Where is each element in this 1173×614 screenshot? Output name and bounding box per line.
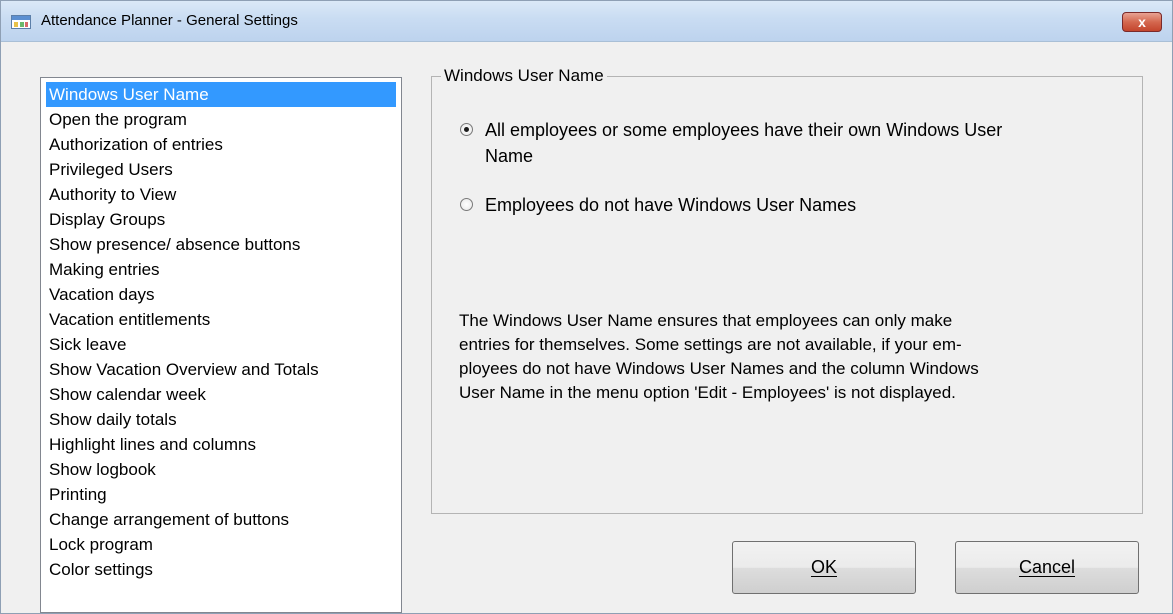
- cancel-button-label: Cancel: [1018, 557, 1076, 577]
- info-text-line: User Name in the menu option 'Edit - Emp…: [459, 383, 956, 402]
- window-title: Attendance Planner - General Settings: [41, 12, 298, 29]
- list-item-show-presence-absence-buttons[interactable]: Show presence/ absence buttons: [46, 232, 396, 257]
- list-item-windows-user-name[interactable]: Windows User Name: [46, 82, 396, 107]
- close-button[interactable]: x: [1122, 12, 1162, 32]
- list-item-sick-leave[interactable]: Sick leave: [46, 332, 396, 357]
- list-item-show-vacation-overview-and-totals[interactable]: Show Vacation Overview and Totals: [46, 357, 396, 382]
- info-text-line: ployees do not have Windows User Names a…: [459, 359, 979, 378]
- radio-employees-no-user-names[interactable]: [460, 198, 473, 211]
- list-item-highlight-lines-and-columns[interactable]: Highlight lines and columns: [46, 432, 396, 457]
- ok-button[interactable]: OK: [732, 541, 916, 594]
- radio-label-no-user-names[interactable]: Employees do not have Windows User Names: [485, 192, 856, 218]
- calendar-app-icon: [11, 15, 31, 29]
- radio-checked-dot-icon: [464, 127, 469, 132]
- list-item-lock-program[interactable]: Lock program: [46, 532, 396, 557]
- info-text: The Windows User Name ensures that emplo…: [459, 309, 1119, 405]
- settings-window: Attendance Planner - General Settings x …: [0, 0, 1173, 614]
- title-bar[interactable]: Attendance Planner - General Settings x: [1, 1, 1172, 42]
- list-item-change-arrangement-of-buttons[interactable]: Change arrangement of buttons: [46, 507, 396, 532]
- list-item-vacation-days[interactable]: Vacation days: [46, 282, 396, 307]
- close-icon: x: [1138, 14, 1146, 30]
- ok-button-label: OK: [810, 557, 837, 577]
- radio-label-all-employees-line2[interactable]: Name: [485, 143, 533, 169]
- settings-category-list[interactable]: Windows User Name Open the program Autho…: [40, 77, 402, 613]
- list-item-show-calendar-week[interactable]: Show calendar week: [46, 382, 396, 407]
- radio-all-employees-have-user-name[interactable]: [460, 123, 473, 136]
- list-item-display-groups[interactable]: Display Groups: [46, 207, 396, 232]
- groupbox-title: Windows User Name: [441, 65, 607, 87]
- radio-label-all-employees-line1[interactable]: All employees or some employees have the…: [485, 117, 1002, 143]
- list-item-vacation-entitlements[interactable]: Vacation entitlements: [46, 307, 396, 332]
- list-item-privileged-users[interactable]: Privileged Users: [46, 157, 396, 182]
- list-item-making-entries[interactable]: Making entries: [46, 257, 396, 282]
- info-text-line: entries for themselves. Some settings ar…: [459, 335, 962, 354]
- list-item-authorization-of-entries[interactable]: Authorization of entries: [46, 132, 396, 157]
- cancel-button[interactable]: Cancel: [955, 541, 1139, 594]
- list-item-show-logbook[interactable]: Show logbook: [46, 457, 396, 482]
- info-text-line: The Windows User Name ensures that emplo…: [459, 311, 953, 330]
- list-item-authority-to-view[interactable]: Authority to View: [46, 182, 396, 207]
- list-item-open-the-program[interactable]: Open the program: [46, 107, 396, 132]
- list-item-color-settings[interactable]: Color settings: [46, 557, 396, 582]
- list-item-show-daily-totals[interactable]: Show daily totals: [46, 407, 396, 432]
- list-item-printing[interactable]: Printing: [46, 482, 396, 507]
